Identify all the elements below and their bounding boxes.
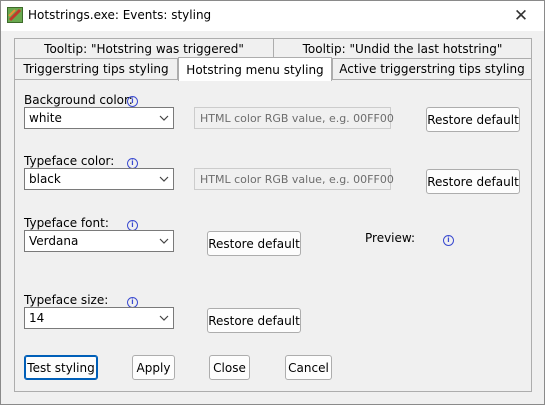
typeface-size-restore-default-button[interactable]: Restore default <box>207 308 301 333</box>
typeface-color-select[interactable]: black <box>24 168 174 190</box>
preview-label: Preview: <box>365 231 416 245</box>
background-color-value: white <box>29 111 62 125</box>
close-button[interactable]: Close <box>209 355 250 380</box>
typeface-size-label: Typeface size: <box>24 293 109 307</box>
typeface-color-value: black <box>29 172 61 186</box>
chevron-down-icon <box>159 238 169 244</box>
info-icon[interactable]: i <box>443 235 454 246</box>
window-title: Hotstrings.exe: Events: styling <box>28 8 212 22</box>
typeface-font-select[interactable]: Verdana <box>24 230 174 252</box>
window-close-button[interactable]: ✕ <box>498 1 544 31</box>
chevron-down-icon <box>159 115 169 121</box>
typeface-size-value: 14 <box>29 311 45 325</box>
info-icon[interactable]: i <box>127 96 138 107</box>
test-styling-button[interactable]: Test styling <box>24 355 98 380</box>
typeface-size-select[interactable]: 14 <box>24 307 174 329</box>
chevron-down-icon <box>159 315 169 321</box>
apply-button[interactable]: Apply <box>132 355 175 380</box>
tab-active-triggerstring-tips-styling[interactable]: Active triggerstring tips styling <box>332 58 532 80</box>
tab-hotstring-menu-styling[interactable]: Hotstring menu styling <box>178 57 332 81</box>
tab-triggerstring-tips-styling[interactable]: Triggerstring tips styling <box>14 58 178 80</box>
background-color-select[interactable]: white <box>24 107 174 129</box>
typeface-color-rgb-field[interactable]: HTML color RGB value, e.g. 00FF00 <box>194 168 394 190</box>
background-color-label: Background color: <box>24 93 133 107</box>
background-color-rgb-field[interactable]: HTML color RGB value, e.g. 00FF00 <box>194 107 394 129</box>
typeface-color-restore-default-button[interactable]: Restore default <box>426 169 520 194</box>
cancel-button[interactable]: Cancel <box>285 355 332 380</box>
dialog-window: Hotstrings.exe: Events: styling ✕ Toolti… <box>0 0 545 405</box>
chevron-down-icon <box>159 176 169 182</box>
typeface-font-label: Typeface font: <box>24 216 109 230</box>
hotstrings-app-icon <box>7 7 23 23</box>
background-color-restore-default-button[interactable]: Restore default <box>426 107 520 132</box>
title-bar: Hotstrings.exe: Events: styling ✕ <box>1 1 544 31</box>
typeface-font-value: Verdana <box>29 234 79 248</box>
typeface-font-restore-default-button[interactable]: Restore default <box>207 231 301 256</box>
typeface-color-label: Typeface color: <box>24 154 115 168</box>
close-icon: ✕ <box>513 6 529 26</box>
